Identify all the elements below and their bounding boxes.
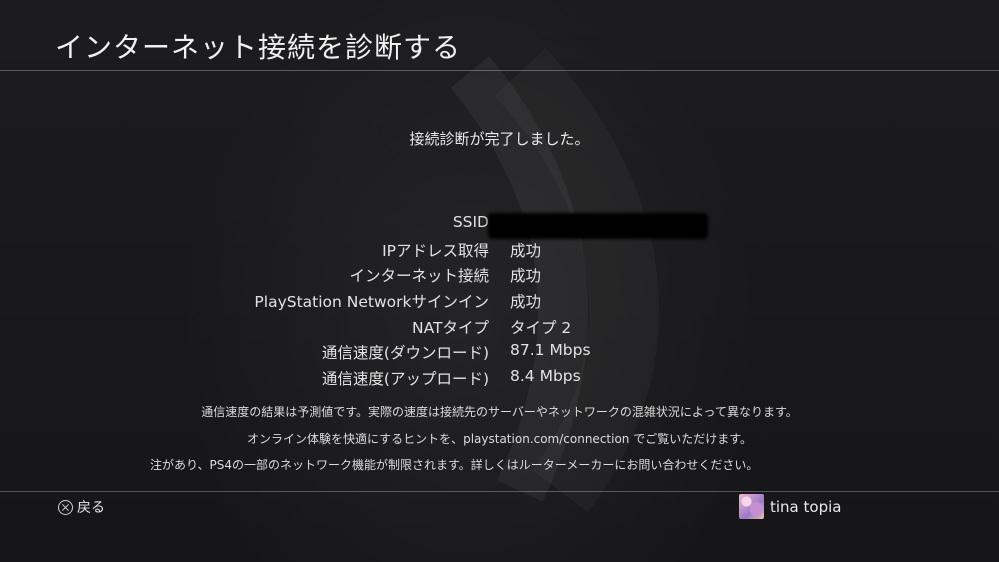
tips-note: オンライン体験を快適にするヒントを、playstation.com/connec…: [246, 432, 753, 446]
result-row-psn: PlayStation Networkサインイン 成功: [0, 290, 999, 316]
avatar: [739, 494, 764, 519]
result-label: NATタイプ: [412, 318, 489, 337]
footer-divider: [0, 491, 999, 492]
diagnostic-results: SSID IPアドレス取得 成功 インターネット接続 成功 PlayStatio…: [0, 213, 999, 393]
page-title: インターネット接続を診断する: [55, 31, 462, 64]
cross-button-icon: [58, 499, 73, 515]
result-row-nat: NATタイプ タイプ 2: [0, 316, 999, 342]
result-row-ip: IPアドレス取得 成功: [0, 239, 999, 265]
result-value: 87.1 Mbps: [510, 341, 591, 360]
user-name: tina topia: [770, 497, 842, 516]
back-button[interactable]: 戻る: [58, 497, 105, 517]
result-row-download: 通信速度(ダウンロード) 87.1 Mbps: [0, 341, 999, 367]
status-message: 接続診断が完了しました。: [409, 130, 590, 148]
result-value: タイプ 2: [510, 318, 572, 337]
user-profile: tina topia: [739, 494, 841, 519]
result-label: PlayStation Networkサインイン: [254, 293, 489, 312]
result-value: 成功: [510, 293, 542, 312]
result-row-ssid: SSID: [0, 213, 999, 239]
ssid-redacted: [488, 213, 708, 239]
result-label: 通信速度(アップロード): [321, 370, 489, 389]
result-value: 8.4 Mbps: [510, 367, 581, 386]
nat-note: 注があり、PS4の一部のネットワーク機能が制限されます。詳しくはルーターメーカー…: [150, 458, 759, 472]
result-label: SSID: [452, 213, 489, 231]
result-row-internet: インターネット接続 成功: [0, 264, 999, 290]
result-label: 通信速度(ダウンロード): [321, 344, 489, 363]
result-label: IPアドレス取得: [382, 241, 489, 260]
header-divider: [0, 70, 999, 71]
speed-note: 通信速度の結果は予測値です。実際の速度は接続先のサーバーやネットワークの混雑状況…: [201, 405, 798, 419]
result-value: 成功: [510, 267, 542, 286]
back-label: 戻る: [77, 500, 105, 516]
result-row-upload: 通信速度(アップロード) 8.4 Mbps: [0, 367, 999, 393]
result-value: 成功: [510, 241, 542, 260]
result-label: インターネット接続: [349, 267, 489, 286]
